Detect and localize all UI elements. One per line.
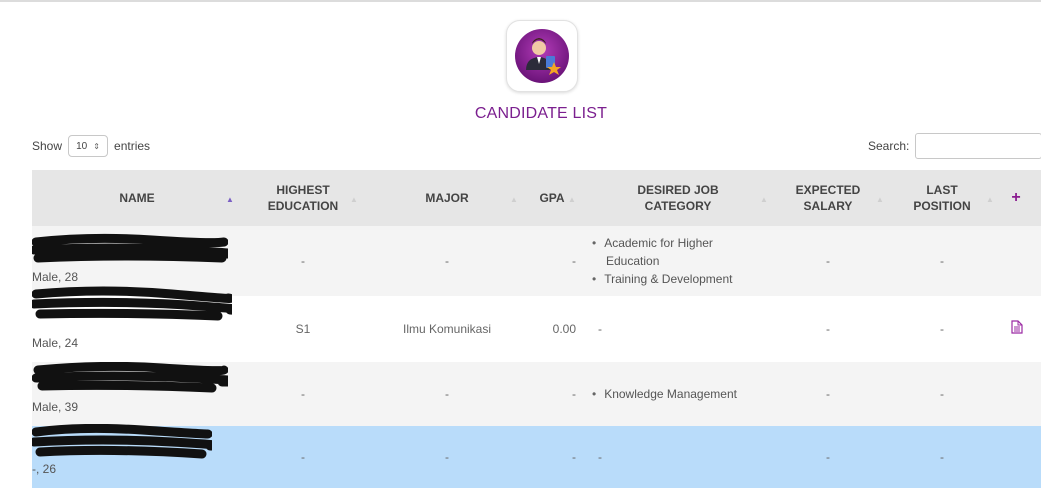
education-cell: - [301, 387, 305, 401]
gpa-cell: - [572, 450, 576, 464]
position-cell: - [940, 450, 944, 464]
select-arrows-icon: ⇕ [93, 141, 100, 151]
gpa-cell: 0.00 [552, 322, 576, 336]
document-icon[interactable] [1011, 320, 1023, 334]
page-title: CANDIDATE LIST [474, 105, 608, 122]
sort-icon: ▲ [350, 195, 358, 204]
column-salary-label: EXPECTED SALARY [795, 183, 861, 213]
column-major[interactable]: MAJOR ▲ [382, 170, 518, 226]
candidate-meta: Male, 28 [32, 270, 79, 284]
table-row[interactable]: Male, 39 - - - Knowledge Management - - [32, 362, 1041, 426]
search-label: Search: [868, 139, 910, 153]
gpa-cell: - [572, 387, 576, 401]
salary-cell: - [826, 450, 830, 464]
job-category-item: Knowledge Management [592, 385, 737, 403]
table-header: NAME ▲ HIGHEST EDUCATION ▲ MAJOR ▲ GPA ▲ … [32, 170, 1041, 226]
job-category-list: Knowledge Management [592, 362, 737, 426]
column-major-label: MAJOR [425, 191, 469, 205]
table-row[interactable]: Male, 24 S1 Ilmu Komunikasi 0.00 - - - [32, 286, 1041, 362]
column-last-position[interactable]: LAST POSITION ▲ [894, 170, 994, 226]
table-row-selected[interactable]: -, 26 - - - - - - [32, 424, 1041, 488]
major-cell: - [445, 254, 449, 268]
candidate-logo-icon [515, 29, 569, 83]
show-label: Show [32, 139, 63, 153]
entries-select[interactable]: 10 ⇕ [68, 135, 109, 157]
job-category-cell: - [598, 450, 602, 464]
column-gpa-label: GPA [539, 191, 565, 205]
candidate-meta: Male, 39 [32, 400, 79, 414]
column-name[interactable]: NAME ▲ [32, 170, 242, 226]
salary-cell: - [826, 322, 830, 336]
major-cell: - [445, 387, 449, 401]
job-category-list: Academic for Higher Education Training &… [592, 226, 733, 296]
job-category-item-continued: Education [606, 254, 660, 268]
column-name-label: NAME [119, 191, 155, 205]
redacted-name-scribble [32, 362, 228, 393]
job-category-cell: - [598, 322, 602, 336]
column-position-label: LAST POSITION [913, 183, 971, 213]
position-cell: - [940, 387, 944, 401]
entries-control: Show 10 ⇕ entries [32, 135, 150, 157]
column-expected-salary[interactable]: EXPECTED SALARY ▲ [780, 170, 884, 226]
entries-value: 10 [76, 140, 88, 152]
redacted-name-scribble [32, 233, 228, 263]
entries-label: entries [114, 139, 151, 153]
add-candidate-button[interactable]: + [998, 170, 1034, 226]
candidate-meta: -, 26 [32, 462, 57, 476]
education-cell: S1 [295, 322, 311, 336]
top-border [0, 0, 1041, 2]
plus-icon: + [1011, 189, 1021, 206]
sort-icon: ▲ [510, 195, 518, 204]
app-logo [506, 20, 578, 92]
salary-cell: - [826, 254, 830, 268]
column-desired-job-category[interactable]: DESIRED JOB CATEGORY ▲ [598, 170, 768, 226]
search-input[interactable] [915, 133, 1041, 159]
sort-asc-icon: ▲ [226, 195, 234, 204]
sort-icon: ▲ [760, 195, 768, 204]
education-cell: - [301, 450, 305, 464]
job-category-item: Training & Development [592, 270, 732, 288]
candidate-meta: Male, 24 [32, 336, 79, 350]
sort-icon: ▲ [876, 195, 884, 204]
redacted-name-scribble [32, 286, 232, 321]
column-job-label: DESIRED JOB CATEGORY [637, 183, 719, 213]
redacted-name-scribble [32, 424, 212, 459]
sort-icon: ▲ [986, 195, 994, 204]
major-cell: Ilmu Komunikasi [402, 322, 492, 336]
column-gpa[interactable]: GPA ▲ [528, 170, 576, 226]
position-cell: - [940, 254, 944, 268]
education-cell: - [301, 254, 305, 268]
column-education-label: HIGHEST EDUCATION [267, 183, 339, 213]
sort-icon: ▲ [568, 195, 576, 204]
major-cell: - [445, 450, 449, 464]
position-cell: - [940, 322, 944, 336]
job-category-item: Academic for Higher [592, 234, 733, 252]
gpa-cell: - [572, 254, 576, 268]
column-highest-education[interactable]: HIGHEST EDUCATION ▲ [250, 170, 358, 226]
search-control: Search: [868, 133, 1041, 159]
salary-cell: - [826, 387, 830, 401]
